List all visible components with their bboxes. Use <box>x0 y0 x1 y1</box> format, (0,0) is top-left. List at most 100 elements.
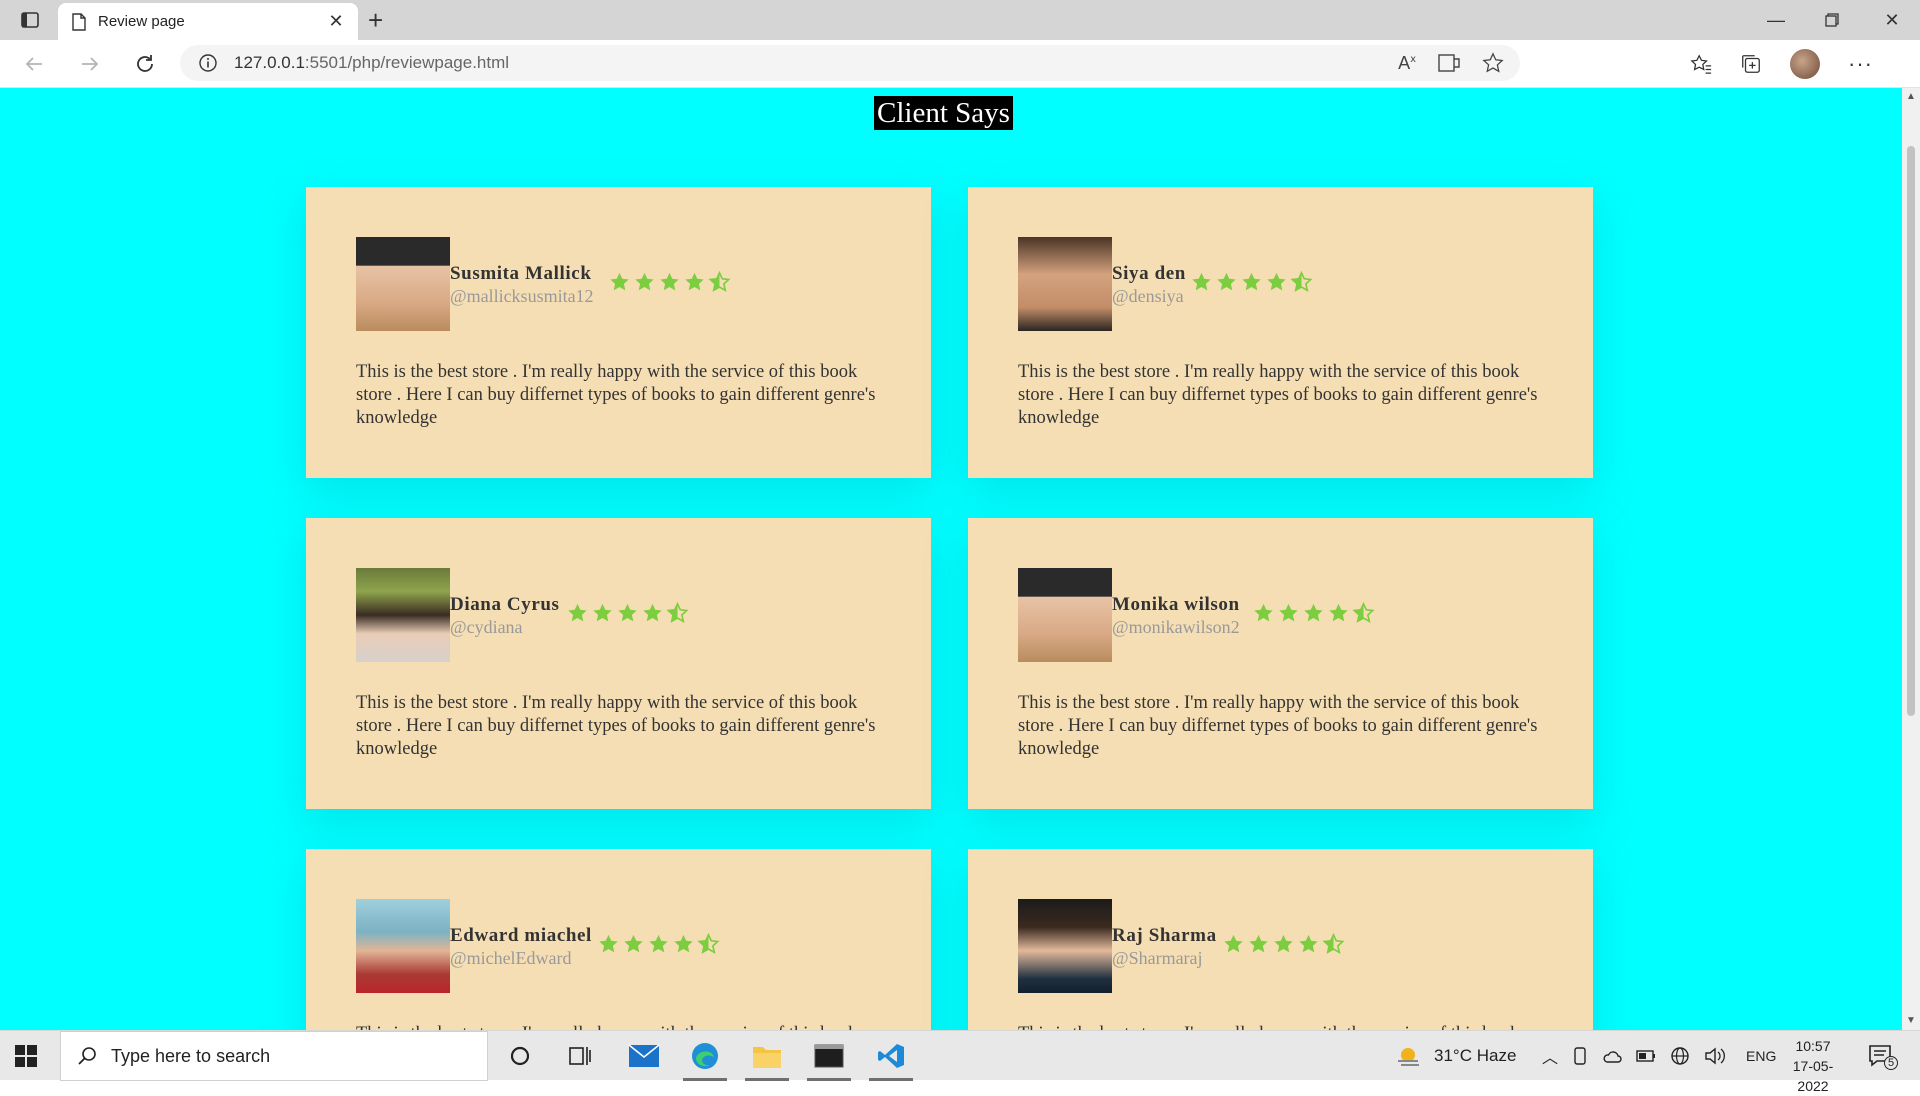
scroll-up-icon[interactable]: ▲ <box>1906 92 1916 102</box>
weather-text: 31°C Haze <box>1434 1046 1517 1065</box>
star-full-icon <box>1304 603 1323 622</box>
reviewer-meta: Siya den @densiya <box>1112 263 1186 307</box>
star-full-icon <box>610 272 629 291</box>
battery-icon[interactable] <box>1636 1050 1656 1062</box>
star-full-icon <box>624 934 643 953</box>
star-full-icon <box>1217 272 1236 291</box>
star-full-icon <box>1329 603 1348 622</box>
tab-title: Review page <box>98 13 185 30</box>
star-half-icon <box>1322 933 1345 954</box>
cloud-icon[interactable] <box>1602 1048 1622 1064</box>
address-bar[interactable]: 127.0.0.1:5501/php/reviewpage.html Aⅹ <box>180 45 1520 81</box>
reviewer-handle: @Sharmaraj <box>1112 948 1203 968</box>
reviewer-meta: Susmita Mallick @mallicksusmita12 <box>450 263 594 307</box>
page-icon <box>72 12 86 31</box>
reviewer-meta: Monika wilson @monikawilson2 <box>1112 594 1240 638</box>
review-card: Monika wilson @monikawilson2 This is the b… <box>968 518 1593 809</box>
minimize-icon[interactable]: — <box>1748 0 1804 40</box>
edge-icon[interactable] <box>679 1037 731 1081</box>
terminal-icon[interactable] <box>803 1037 855 1081</box>
notification-center-icon[interactable]: 5 <box>1868 1031 1899 1081</box>
reviewer-name: Susmita Mallick <box>450 263 592 284</box>
reviewer-name: Diana Cyrus <box>450 594 560 615</box>
star-full-icon <box>1299 934 1318 953</box>
reviewer-meta: Diana Cyrus @cydiana <box>450 594 560 638</box>
star-half-icon <box>666 602 689 623</box>
clock[interactable]: 10:57 17-05-2022 <box>1780 1036 1846 1096</box>
close-window-icon[interactable]: ✕ <box>1864 0 1920 40</box>
review-text: This is the best store . I'm really happ… <box>356 1023 876 1030</box>
reviewer-meta: Edward miachel @michelEdward <box>450 925 592 969</box>
star-full-icon <box>1192 272 1211 291</box>
read-aloud-icon[interactable]: Aⅹ <box>1398 53 1416 74</box>
device-icon[interactable] <box>1572 1047 1588 1065</box>
review-text: This is the best store . I'm really happ… <box>1018 693 1538 759</box>
reviewer-photo <box>1018 568 1112 662</box>
review-text: This is the best store . I'm really happ… <box>1018 362 1538 428</box>
weather-widget[interactable]: 31°C Haze <box>1396 1031 1516 1081</box>
chevron-up-icon[interactable]: ︿ <box>1542 1044 1558 1068</box>
reviewer-handle: @monikawilson2 <box>1112 617 1240 637</box>
reviewer-handle: @densiya <box>1112 286 1184 306</box>
star-half-icon <box>1290 271 1313 292</box>
search-placeholder: Type here to search <box>111 1045 271 1066</box>
notification-count: 5 <box>1884 1056 1899 1070</box>
scroll-down-icon[interactable]: ▼ <box>1906 1016 1916 1026</box>
reviewer-handle: @cydiana <box>450 617 523 637</box>
star-full-icon <box>660 272 679 291</box>
reviewer-name: Monika wilson <box>1112 594 1240 615</box>
more-options-icon[interactable]: ··· <box>1848 51 1873 77</box>
star-rating <box>566 602 689 624</box>
collections-icon[interactable] <box>1740 53 1762 75</box>
reviewer-photo <box>356 899 450 993</box>
file-explorer-icon[interactable] <box>741 1037 793 1081</box>
reviewer-name: Raj Sharma <box>1112 925 1217 946</box>
browser-toolbar: 127.0.0.1:5501/php/reviewpage.html Aⅹ ··… <box>0 40 1920 88</box>
profile-avatar[interactable] <box>1790 49 1820 79</box>
cortana-icon[interactable] <box>494 1037 546 1075</box>
windows-taskbar: Type here to search 31°C Haze ︿ ENG 10:5… <box>0 1030 1920 1094</box>
close-tab-icon[interactable]: ✕ <box>326 11 346 32</box>
clock-time: 10:57 <box>1795 1038 1831 1054</box>
back-icon[interactable] <box>18 50 50 78</box>
new-tab-icon[interactable]: + <box>368 6 383 34</box>
star-full-icon <box>593 603 612 622</box>
reviewer-name: Edward miachel <box>450 925 592 946</box>
star-full-icon <box>674 934 693 953</box>
favorite-add-icon[interactable] <box>1482 52 1504 74</box>
star-full-icon <box>649 934 668 953</box>
star-full-icon <box>1242 272 1261 291</box>
review-card: Siya den @densiya This is the best store .… <box>968 187 1593 478</box>
taskbar-search-box[interactable]: Type here to search <box>60 1031 488 1081</box>
immersive-reader-icon[interactable] <box>1438 53 1460 73</box>
network-globe-icon[interactable] <box>1670 1046 1690 1066</box>
page-title: Client Says <box>874 96 1013 130</box>
language-indicator[interactable]: ENG <box>1746 1048 1776 1064</box>
vscode-icon[interactable] <box>865 1037 917 1081</box>
tab-actions-icon[interactable] <box>16 8 44 32</box>
star-full-icon <box>1267 272 1286 291</box>
star-full-icon <box>1274 934 1293 953</box>
refresh-icon[interactable] <box>129 50 161 78</box>
volume-icon[interactable] <box>1704 1047 1726 1065</box>
star-half-icon <box>697 933 720 954</box>
mail-icon[interactable] <box>618 1037 670 1075</box>
star-full-icon <box>1249 934 1268 953</box>
task-view-icon[interactable] <box>554 1037 606 1075</box>
restore-icon[interactable] <box>1804 0 1860 40</box>
site-info-icon[interactable] <box>198 53 218 73</box>
scroll-thumb[interactable] <box>1907 146 1915 716</box>
reviewer-photo <box>1018 237 1112 331</box>
forward-icon[interactable] <box>74 50 106 78</box>
star-full-icon <box>1254 603 1273 622</box>
star-full-icon <box>1224 934 1243 953</box>
star-full-icon <box>599 934 618 953</box>
windows-start-icon[interactable] <box>14 1044 38 1068</box>
favorites-icon[interactable] <box>1690 53 1712 75</box>
clock-date: 17-05-2022 <box>1792 1058 1834 1094</box>
tab-review-page[interactable]: Review page ✕ <box>58 3 358 40</box>
scrollbar[interactable]: ▲ ▼ <box>1902 88 1920 1030</box>
reviewer-handle: @michelEdward <box>450 948 572 968</box>
review-text: This is the best store . I'm really happ… <box>1018 1023 1538 1030</box>
star-rating <box>1252 602 1375 624</box>
